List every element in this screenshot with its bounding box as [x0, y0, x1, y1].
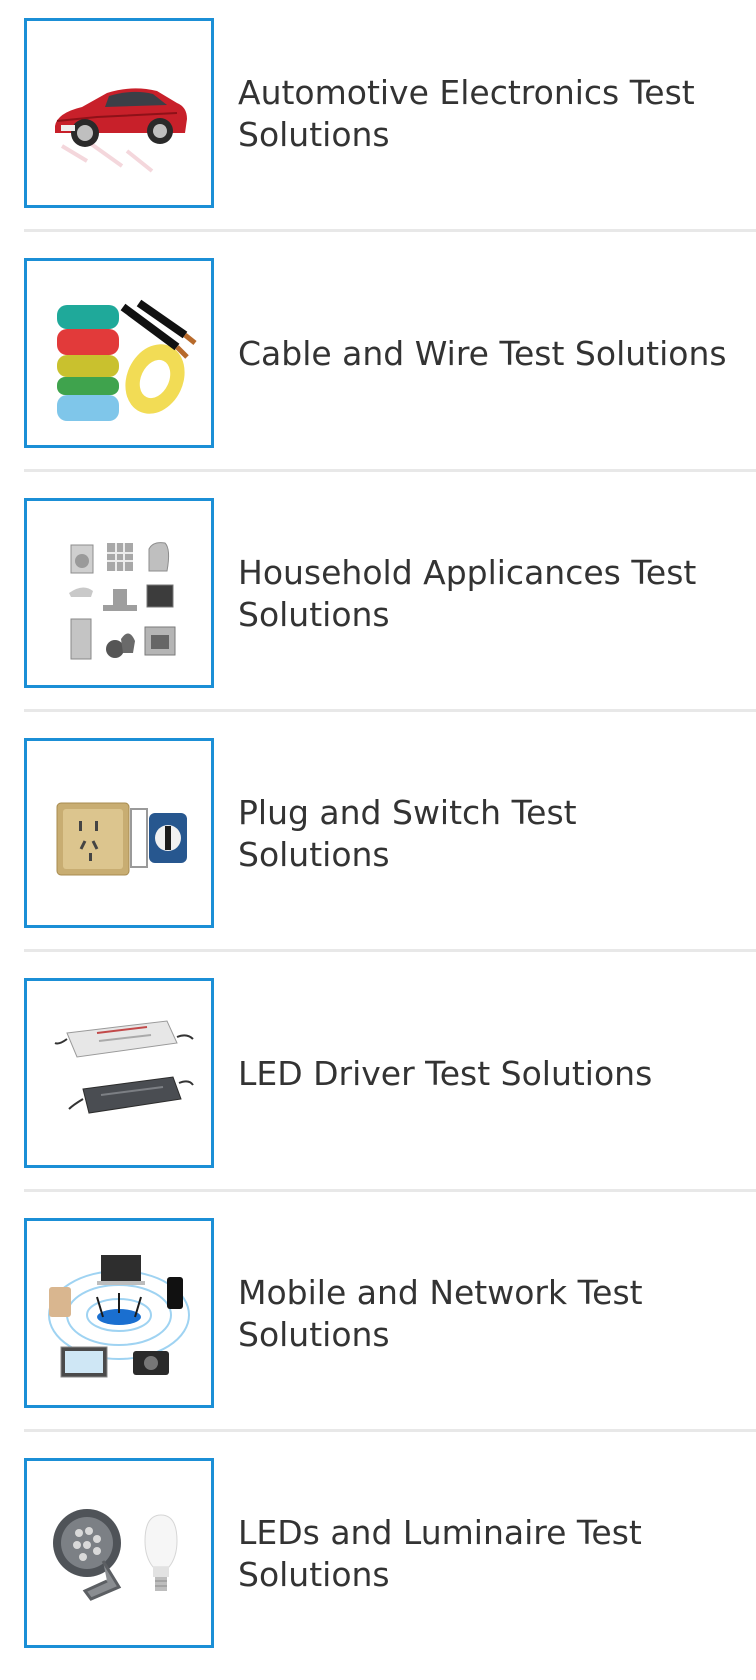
solution-title: Plug and Switch Test Solutions — [238, 793, 577, 874]
thumb-mobile-network[interactable] — [24, 1218, 214, 1408]
thumb-cable[interactable] — [24, 258, 214, 448]
solution-title: Mobile and Network Test Solutions — [238, 1273, 643, 1354]
floodlight-bulb-icon — [27, 1461, 211, 1645]
solution-title: Household Applicances Test Solutions — [238, 553, 697, 634]
solution-title: LED Driver Test Solutions — [238, 1054, 653, 1093]
solution-item-cable[interactable]: Cable and Wire Test Solutions — [0, 240, 756, 480]
network-devices-icon — [27, 1221, 211, 1405]
solution-title: Cable and Wire Test Solutions — [238, 334, 727, 373]
solution-item-leds-luminaire[interactable]: LEDs and Luminaire Test Solutions — [0, 1440, 756, 1680]
solution-title: Automotive Electronics Test Solutions — [238, 73, 695, 154]
solution-item-automotive[interactable]: Automotive Electronics Test Solutions — [0, 0, 756, 240]
thumb-leds-luminaire[interactable] — [24, 1458, 214, 1648]
divider — [24, 469, 756, 472]
thumb-automotive[interactable] — [24, 18, 214, 208]
wall-socket-switch-icon — [27, 741, 211, 925]
led-driver-modules-icon — [27, 981, 211, 1165]
solution-item-mobile-network[interactable]: Mobile and Network Test Solutions — [0, 1200, 756, 1440]
thumb-plug-switch[interactable] — [24, 738, 214, 928]
solution-title: LEDs and Luminaire Test Solutions — [238, 1513, 642, 1594]
cable-coils-icon — [27, 261, 211, 445]
divider — [24, 709, 756, 712]
thumb-household[interactable] — [24, 498, 214, 688]
divider — [24, 1429, 756, 1432]
solution-item-led-driver[interactable]: LED Driver Test Solutions — [0, 960, 756, 1200]
divider — [24, 1189, 756, 1192]
solution-item-plug-switch[interactable]: Plug and Switch Test Solutions — [0, 720, 756, 960]
home-appliances-icon — [27, 501, 211, 685]
solution-item-household[interactable]: Household Applicances Test Solutions — [0, 480, 756, 720]
thumb-led-driver[interactable] — [24, 978, 214, 1168]
divider — [24, 949, 756, 952]
red-car-icon — [27, 21, 211, 205]
divider — [24, 229, 756, 232]
